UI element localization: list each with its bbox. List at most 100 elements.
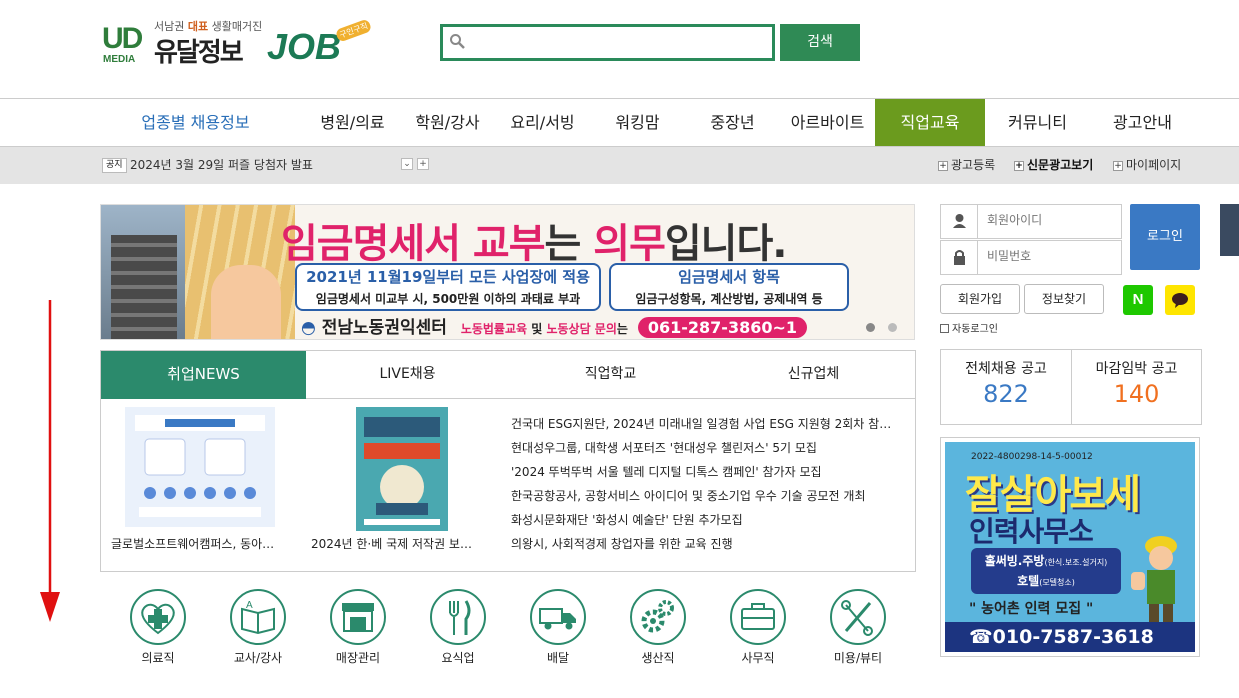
book-icon: A xyxy=(230,589,286,645)
naver-login-icon[interactable]: N xyxy=(1123,285,1153,315)
nav-item-ad-info[interactable]: 광고안내 xyxy=(1090,99,1195,146)
nav-item-cooking[interactable]: 요리/서빙 xyxy=(495,99,590,146)
stat-deadline[interactable]: 마감임박 공고 140 xyxy=(1071,350,1201,424)
tab-new-company[interactable]: 신규업체 xyxy=(712,351,915,399)
ad-recruit: " 농어촌 인력 모집 " xyxy=(969,601,1094,617)
category-delivery[interactable]: 배달 xyxy=(528,589,588,666)
tab-vocational-school[interactable]: 직업학교 xyxy=(509,351,712,399)
briefcase-icon xyxy=(730,589,786,645)
link-ad-register[interactable]: + 광고등록 xyxy=(938,156,995,173)
news-thumb-2[interactable]: 2024년 한·베 국제 저작권 보… xyxy=(311,407,472,551)
nav-item-community[interactable]: 커뮤니티 xyxy=(985,99,1090,146)
category-label: 사무직 xyxy=(741,651,775,665)
main-banner[interactable]: 임금명세서 교부는 의무입니다. 2021년 11월19일부터 모든 사업장에 … xyxy=(100,204,915,340)
ad-job-box: 홀써빙.주방(한식.보조.설거지) 호텔(모텔청소) xyxy=(971,548,1121,594)
find-info-button[interactable]: 정보찾기 xyxy=(1024,284,1104,314)
category-label: 생산직 xyxy=(641,651,675,665)
scroll-down-arrow-icon xyxy=(40,300,60,622)
stat-total[interactable]: 전체채용 공고 822 xyxy=(941,350,1071,424)
tab-job-news[interactable]: 취업NEWS xyxy=(101,351,306,399)
search-button[interactable]: 검색 xyxy=(780,24,860,61)
logo-job: JOB xyxy=(267,26,342,67)
banner-box-items: 임금명세서 항목 임금구성항목, 계산방법, 공제내역 등 xyxy=(609,263,849,311)
banner-footer: ◓ 전남노동권익센터 노동법률교육 및 노동상담 문의는 061-287-386… xyxy=(301,313,808,338)
category-production[interactable]: 생산직 xyxy=(628,589,688,666)
logo-badge: 구인구직 xyxy=(334,18,373,43)
category-label: 교사/강사 xyxy=(233,651,283,665)
ad-reg-number: 2022-4800298-14-5-00012 xyxy=(971,452,1093,462)
nav-item-middle-aged[interactable]: 중장년 xyxy=(685,99,780,146)
login-button[interactable]: 로그인 xyxy=(1130,204,1200,270)
medical-cross-icon xyxy=(130,589,186,645)
category-teacher[interactable]: A 교사/강사 xyxy=(228,589,288,666)
logo-media: MEDIA xyxy=(103,54,136,65)
auto-login-checkbox[interactable] xyxy=(940,324,949,333)
side-ad[interactable]: 2022-4800298-14-5-00012 잘살아보세 인력사무소 홀써빙.… xyxy=(940,437,1200,657)
nav-item-category[interactable]: 업종별 채용정보 xyxy=(128,99,263,146)
plus-icon: + xyxy=(1014,161,1024,171)
category-medical[interactable]: 의료직 xyxy=(128,589,188,666)
kakao-login-icon[interactable] xyxy=(1165,285,1195,315)
news-thumb-image xyxy=(125,407,275,527)
news-list-item[interactable]: 의왕시, 사회적경제 창업자를 위한 교육 진행 xyxy=(511,534,901,558)
search-input[interactable] xyxy=(473,31,763,55)
notice-tag: 공지 xyxy=(102,158,127,173)
notice-more-icon[interactable]: + xyxy=(417,158,429,170)
lock-icon xyxy=(941,241,978,274)
news-tabs: 취업NEWS LIVE채용 직업학교 신규업체 xyxy=(101,351,915,399)
signup-button[interactable]: 회원가입 xyxy=(940,284,1020,314)
news-list: 건국대 ESG지원단, 2024년 미래내일 일경험 사업 ESG 지원형 2회… xyxy=(511,414,901,558)
plus-icon: + xyxy=(938,161,948,171)
nav-item-hospital[interactable]: 병원/의료 xyxy=(305,99,400,146)
plus-icon: + xyxy=(1113,161,1123,171)
member-id-input[interactable] xyxy=(987,213,1113,227)
banner-building-photo xyxy=(101,205,185,339)
link-my-page[interactable]: + 마이페이지 xyxy=(1113,156,1181,173)
banner-dot-1[interactable] xyxy=(866,323,875,332)
svg-text:A: A xyxy=(246,600,253,611)
ad-phone: ☎010-7587-3618 xyxy=(945,622,1195,652)
category-food[interactable]: 요식업 xyxy=(428,589,488,666)
news-list-item[interactable]: '2024 뚜벅뚜벅 서울 텔레 디지털 디톡스 캠페인' 참가자 모집 xyxy=(511,462,901,486)
password-field xyxy=(940,240,1122,275)
fork-knife-icon xyxy=(430,589,486,645)
nav-item-education[interactable]: 직업교육 xyxy=(875,99,985,146)
news-thumb-caption: 글로벌소프트웨어캠퍼스, 동아… xyxy=(111,537,275,551)
news-panel: 취업NEWS LIVE채용 직업학교 신규업체 글로벌소프트웨어캠퍼스, 동아… xyxy=(100,350,916,572)
news-list-item[interactable]: 건국대 ESG지원단, 2024년 미래내일 일경험 사업 ESG 지원형 2회… xyxy=(511,414,901,438)
category-label: 배달 xyxy=(546,651,570,665)
banner-hand-image xyxy=(211,265,281,339)
banner-dot-2[interactable] xyxy=(888,323,897,332)
link-newspaper-ad[interactable]: + 신문광고보기 xyxy=(1014,156,1093,173)
category-label: 요식업 xyxy=(441,651,475,665)
news-list-item[interactable]: 화성시문화재단 '화성시 예술단' 단원 추가모집 xyxy=(511,510,901,534)
news-thumb-1[interactable]: 글로벌소프트웨어캠퍼스, 동아… xyxy=(111,407,275,551)
auto-login[interactable]: 자동로그인 xyxy=(940,320,998,335)
worker-thumbs-up-icon xyxy=(1131,536,1177,624)
password-input[interactable] xyxy=(987,249,1113,263)
tab-live-recruit[interactable]: LIVE채용 xyxy=(306,351,509,399)
banner-box-apply: 2021년 11월19일부터 모든 사업장에 적용 임금명세서 미교부 시, 5… xyxy=(295,263,601,311)
scissors-comb-icon xyxy=(830,589,886,645)
category-office[interactable]: 사무직 xyxy=(728,589,788,666)
page: UD MEDIA 서남권 대표 생활매거진 유달정보 JOB 구인구직 검색 업… xyxy=(0,0,1239,698)
site-logo[interactable]: UD MEDIA 서남권 대표 생활매거진 유달정보 JOB 구인구직 xyxy=(102,18,373,68)
nav-item-part-time[interactable]: 아르바이트 xyxy=(780,99,875,146)
news-list-item[interactable]: 한국공항공사, 공항서비스 아이디어 및 중소기업 우수 기술 공모전 개최 xyxy=(511,486,901,510)
search-icon xyxy=(450,34,465,49)
nav-item-academy[interactable]: 학원/강사 xyxy=(400,99,495,146)
banner-headline: 임금명세서 교부는 의무입니다. xyxy=(281,221,787,267)
side-quick-tab[interactable] xyxy=(1220,204,1239,256)
news-thumb-caption: 2024년 한·베 국제 저작권 보… xyxy=(311,537,472,551)
truck-icon xyxy=(530,589,586,645)
category-store[interactable]: 매장관리 xyxy=(328,589,388,666)
logo-name: 유달정보 xyxy=(154,38,244,68)
member-id-field xyxy=(940,204,1122,239)
search-box xyxy=(440,24,775,61)
nav-item-working-mom[interactable]: 워킹맘 xyxy=(590,99,685,146)
notice-message[interactable]: 2024년 3월 29일 퍼즐 당첨자 발표 xyxy=(130,156,313,173)
category-beauty[interactable]: 미용/뷰티 xyxy=(828,589,888,666)
job-stats: 전체채용 공고 822 마감임박 공고 140 xyxy=(940,349,1202,425)
news-list-item[interactable]: 현대성우그룹, 대학생 서포터즈 '현대성우 챌린저스' 5기 모집 xyxy=(511,438,901,462)
notice-dropdown-icon[interactable]: ⌄ xyxy=(401,158,413,170)
